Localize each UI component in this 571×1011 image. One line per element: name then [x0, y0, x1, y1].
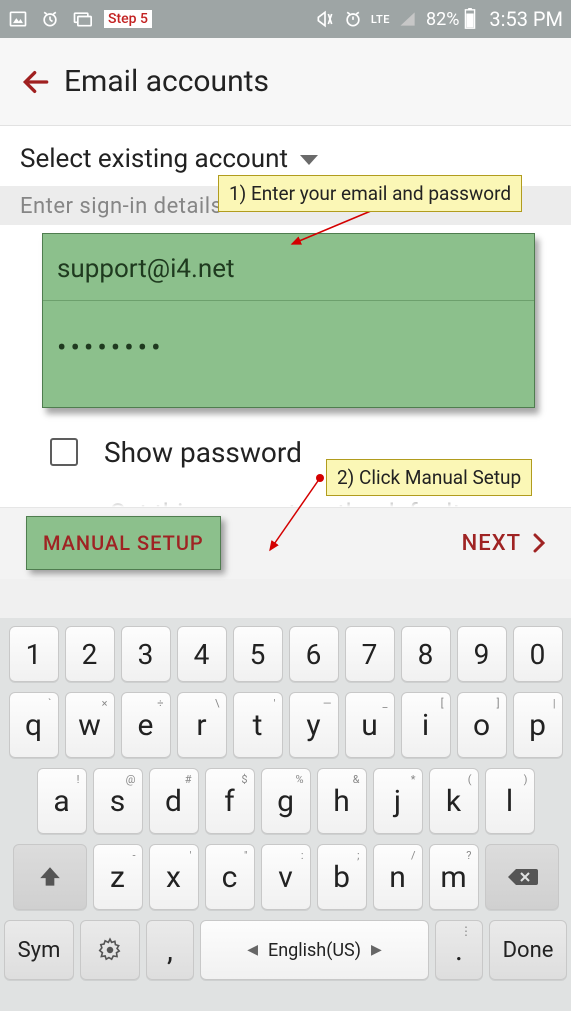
key-7[interactable]: 7 [345, 626, 395, 682]
alarm-status-icon [343, 9, 363, 29]
keyboard: 1234567890 q`w×e÷r\t'y—u_i[o]p| a!s@d#f$… [0, 618, 571, 1011]
key-k[interactable]: k( [429, 768, 479, 834]
key-comma[interactable]: , [146, 920, 194, 980]
key-t[interactable]: t' [233, 692, 283, 758]
key-h[interactable]: h& [317, 768, 367, 834]
signal-icon [398, 9, 418, 29]
key-0[interactable]: 0 [513, 626, 563, 682]
clock: 3:53 PM [489, 7, 563, 31]
app-header: Email accounts [0, 38, 571, 126]
back-arrow-icon[interactable] [20, 66, 52, 98]
key-6[interactable]: 6 [289, 626, 339, 682]
chevron-right-icon [533, 533, 545, 553]
next-button[interactable]: NEXT [462, 531, 545, 556]
key-b[interactable]: b; [317, 844, 367, 910]
key-c[interactable]: c" [205, 844, 255, 910]
key-n[interactable]: n/ [373, 844, 423, 910]
key-2[interactable]: 2 [65, 626, 115, 682]
dropdown-icon [298, 144, 320, 174]
vibrate-icon [315, 9, 335, 29]
key-space[interactable]: ◀ English(US) ▶ [200, 920, 429, 980]
key-e[interactable]: e÷ [121, 692, 171, 758]
key-3[interactable]: 3 [121, 626, 171, 682]
key-i[interactable]: i[ [401, 692, 451, 758]
page-title: Email accounts [64, 64, 269, 99]
image-icon [8, 9, 28, 29]
key-u[interactable]: u_ [345, 692, 395, 758]
message-icon [72, 9, 92, 29]
key-g[interactable]: g% [261, 768, 311, 834]
key-m[interactable]: m? [429, 844, 479, 910]
next-label: NEXT [462, 531, 521, 556]
action-bar: MANUAL SETUP NEXT [0, 507, 571, 579]
key-z[interactable]: z- [93, 844, 143, 910]
key-l[interactable]: l) [485, 768, 535, 834]
show-password-checkbox[interactable] [50, 438, 78, 466]
key-4[interactable]: 4 [177, 626, 227, 682]
select-existing-label: Select existing account [20, 144, 288, 174]
key-period[interactable]: .⋮ [435, 920, 483, 980]
key-shift[interactable] [13, 844, 87, 910]
key-5[interactable]: 5 [233, 626, 283, 682]
space-label: English(US) [268, 940, 361, 961]
key-x[interactable]: x' [149, 844, 199, 910]
key-f[interactable]: f$ [205, 768, 255, 834]
battery-indicator: 82% [426, 8, 477, 30]
annotation-1: 1) Enter your email and password [218, 175, 522, 212]
show-password-label: Show password [104, 436, 302, 469]
credentials-box: support@i4.net •••••••• [42, 233, 535, 408]
key-q[interactable]: q` [9, 692, 59, 758]
key-d[interactable]: d# [149, 768, 199, 834]
status-bar: Step 5 LTE 82% 3:53 PM [0, 0, 571, 38]
key-p[interactable]: p| [513, 692, 563, 758]
password-field[interactable]: •••••••• [43, 301, 534, 407]
lte-label: LTE [371, 13, 390, 26]
step-badge: Step 5 [104, 10, 152, 28]
battery-pct: 82% [426, 9, 459, 30]
alarm-icon [40, 9, 60, 29]
key-a[interactable]: a! [37, 768, 87, 834]
key-w[interactable]: w× [65, 692, 115, 758]
next-lang-icon: ▶ [371, 942, 382, 958]
key-1[interactable]: 1 [9, 626, 59, 682]
prev-lang-icon: ◀ [247, 942, 258, 958]
key-done[interactable]: Done [489, 920, 567, 980]
email-field[interactable]: support@i4.net [43, 234, 534, 301]
key-9[interactable]: 9 [457, 626, 507, 682]
annotation-2: 2) Click Manual Setup [326, 459, 532, 496]
key-settings[interactable] [80, 920, 140, 980]
key-8[interactable]: 8 [401, 626, 451, 682]
key-o[interactable]: o] [457, 692, 507, 758]
key-r[interactable]: r\ [177, 692, 227, 758]
key-v[interactable]: v: [261, 844, 311, 910]
key-j[interactable]: j* [373, 768, 423, 834]
key-s[interactable]: s@ [93, 768, 143, 834]
key-backspace[interactable] [485, 844, 559, 910]
manual-setup-button[interactable]: MANUAL SETUP [26, 516, 221, 570]
key-y[interactable]: y— [289, 692, 339, 758]
key-sym[interactable]: Sym [4, 920, 74, 980]
